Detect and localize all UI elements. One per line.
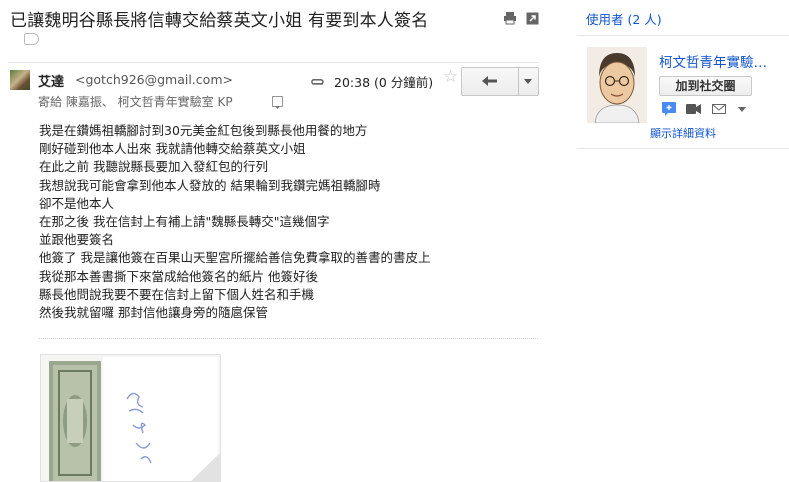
more-actions-button[interactable] xyxy=(519,68,538,95)
body-line: 縣長他問說我要不要在信封上留下個人姓名和手機 xyxy=(39,286,315,302)
new-window-icon[interactable] xyxy=(526,10,539,25)
video-icon[interactable] xyxy=(686,104,701,114)
sender-name[interactable]: 艾達 xyxy=(38,71,64,90)
dropdown-arrow-icon xyxy=(524,79,532,84)
recipients-line: 寄給 陳嘉振、 柯文哲青年實驗室 KP xyxy=(38,95,233,109)
body-line: 在此之前 我聽說縣長要加入發紅包的行列 xyxy=(39,159,268,175)
body-line: 並跟他要簽名 xyxy=(39,232,115,248)
people-widget-title[interactable]: 使用者 (2 人) xyxy=(586,9,662,28)
dropdown-arrow-icon xyxy=(275,106,280,109)
mail-icon[interactable] xyxy=(712,104,726,114)
email-subject: 已讓魏明谷縣長將信轉交給蔡英文小姐 有要到本人簽名 xyxy=(10,11,429,31)
sender-email: <gotch926@gmail.com> xyxy=(75,72,233,87)
message-time: 20:38 (0 分鐘前) xyxy=(334,75,434,90)
divider xyxy=(577,35,789,36)
reply-icon xyxy=(482,76,497,86)
reply-button-group xyxy=(461,67,539,96)
body-line: 在那之後 我在信封上有補上請"魏縣長轉交"這幾個字 xyxy=(39,214,330,230)
star-icon[interactable]: ☆ xyxy=(443,69,458,86)
body-line: 他簽了 我是讓他簽在百果山天聖宮所擺給善信免費拿取的善書的書皮上 xyxy=(39,250,431,266)
add-to-circles-button[interactable]: 加到社交圈 xyxy=(659,76,752,96)
body-line: 然後我就留囉 那封信他讓身旁的隨扈保管 xyxy=(39,305,268,321)
show-details-link[interactable]: 顯示詳細資料 xyxy=(650,125,716,141)
divider xyxy=(577,148,789,149)
body-line: 我想說我可能會拿到他本人發放的 結果輪到我鑽完媽祖轎腳時 xyxy=(39,177,381,193)
body-line: 我是在鑽媽祖轎腳討到30元美金紅包後到縣長他用餐的地方 xyxy=(39,123,368,138)
body-line: 我從那本善書撕下來當成給他簽名的紙片 他簽好後 xyxy=(39,268,318,284)
reply-button[interactable] xyxy=(462,68,518,95)
contact-name[interactable]: 柯文哲青年實驗… xyxy=(659,51,785,71)
dropdown-arrow-icon[interactable] xyxy=(738,107,746,112)
message-body: 我是在鑽媽祖轎腳討到30元美金紅包後到縣長他用餐的地方 剛好碰到他本人出來 我就… xyxy=(39,122,430,322)
attachment-thumbnail[interactable] xyxy=(40,354,221,482)
body-line: 卻不是他本人 xyxy=(39,195,115,211)
paperclip-icon xyxy=(309,74,325,85)
divider xyxy=(8,62,538,63)
print-icon[interactable] xyxy=(503,10,517,25)
sender-avatar[interactable] xyxy=(10,70,30,90)
label-icon[interactable] xyxy=(24,33,39,45)
body-line: 剛好碰到他本人出來 我就請他轉交給蔡英文小姐 xyxy=(39,141,306,157)
photo-preview xyxy=(41,355,220,481)
contact-avatar[interactable] xyxy=(587,47,647,124)
show-details-dropdown[interactable] xyxy=(272,96,283,109)
attachments-divider xyxy=(39,338,538,339)
chat-icon[interactable] xyxy=(662,102,676,116)
